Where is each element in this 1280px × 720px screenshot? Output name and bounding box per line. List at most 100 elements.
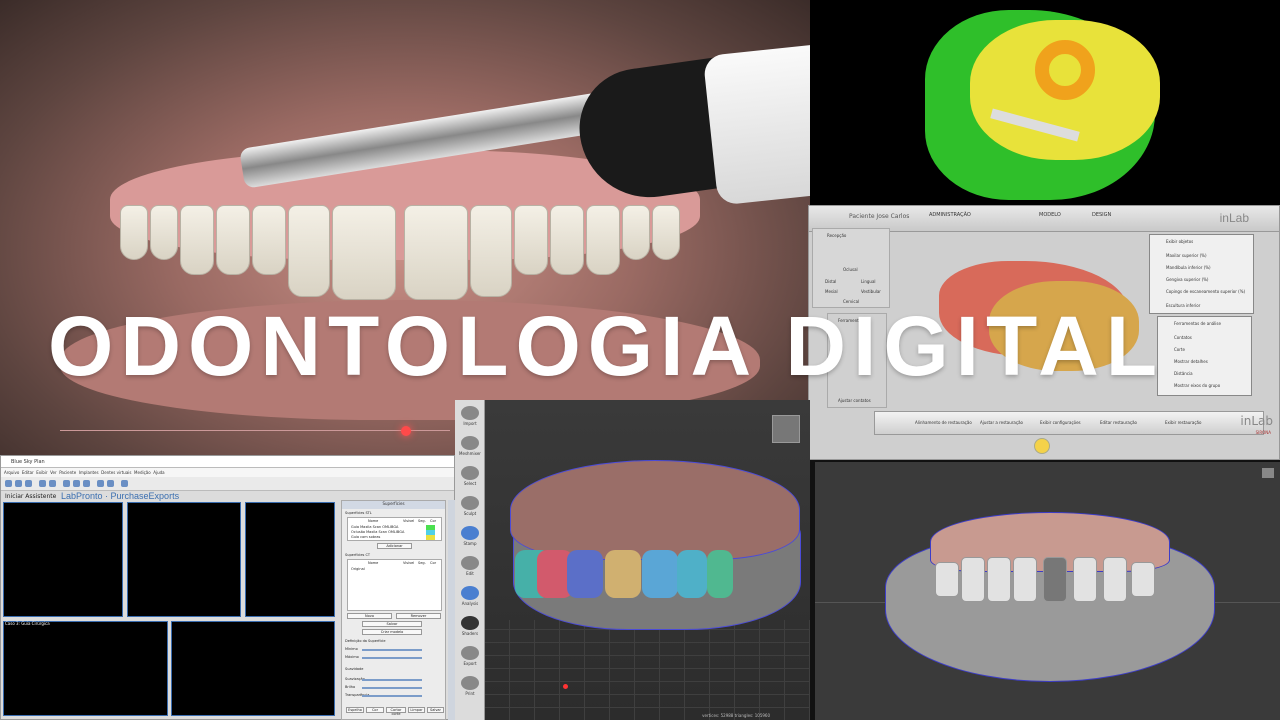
min-slider[interactable] [362,649,422,651]
menu-implantes[interactable]: Implantes [79,470,99,475]
cross-section-view[interactable] [3,502,123,617]
tooth-model[interactable] [1073,557,1097,602]
panoramic-view[interactable] [171,621,335,716]
stamp-icon[interactable] [461,526,479,540]
meshmixer-icon[interactable] [461,436,479,450]
start-wizard-button[interactable]: Iniciar Assistente [5,493,56,500]
video-title: ODONTOLOGIA DIGITAL [48,299,1165,393]
tab-design[interactable]: DESIGN [1092,212,1111,218]
export-icon[interactable] [461,646,479,660]
zoom-icon[interactable] [107,480,114,487]
adjust-contacts-tool[interactable]: Ajustar contatos [838,398,871,403]
gum-scan-model[interactable] [510,460,800,560]
view-oclusal[interactable]: Oclusal [843,267,858,272]
view-mesial[interactable]: Mesial [825,289,838,294]
next-step-button[interactable] [1034,438,1050,454]
shaders-icon[interactable] [461,616,479,630]
new-button[interactable]: Novo [347,613,392,619]
sculpt-icon[interactable] [461,496,479,510]
tooth-model[interactable] [935,562,959,597]
object-upper-jaw[interactable]: Maxilar superior (%) [1166,253,1207,258]
3d-view[interactable] [3,621,168,716]
menu-ajuda[interactable]: Ajuda [153,470,164,475]
menu-arquivo[interactable]: Arquivo [4,470,19,475]
menu-paciente[interactable]: Paciente [59,470,76,475]
table-row[interactable]: Oclusão Maxila Scan OMLIBGA [351,530,404,534]
redo-icon[interactable] [49,480,56,487]
tooth-model[interactable] [605,550,641,598]
object-copings[interactable]: Copings de escaneamento superior (%) [1166,289,1245,294]
tooth-model[interactable] [961,557,985,602]
object-lower-jaw[interactable]: Mandíbula inferior (%) [1166,265,1211,270]
menu-ver[interactable]: Ver [50,470,57,475]
surfaces-panel-title: Superfícies [342,501,445,509]
view-vestibular[interactable]: Vestibular [861,289,881,294]
add-surface-button[interactable]: Adicionar [377,543,412,549]
tool-cut[interactable]: Corte [1174,347,1185,352]
tooth-model[interactable] [567,550,603,598]
tooth-model[interactable] [1131,562,1155,597]
bsp-menubar: Arquivo Editar Exibir Ver Paciente Impla… [1,468,454,477]
measure-icon[interactable] [83,480,90,487]
tooth-model[interactable] [1013,557,1037,602]
new-icon[interactable] [5,480,12,487]
menu-editar[interactable]: Editar [22,470,34,475]
print-icon[interactable] [461,676,479,690]
menu-dentes[interactable]: Dentes virtuais [101,470,131,475]
view-lingual[interactable]: Lingual [861,279,876,284]
mirror-option[interactable]: Espelho [346,707,364,713]
tooth-icon[interactable] [73,480,80,487]
settings-icon[interactable] [121,480,128,487]
object-upper-gum[interactable]: Gengiva superior (%) [1166,277,1209,282]
analysis-icon[interactable] [461,586,479,600]
implant-icon[interactable] [63,480,70,487]
undo-icon[interactable] [39,480,46,487]
table-row[interactable]: Original [351,567,365,571]
axial-view[interactable] [127,502,241,617]
table-row[interactable]: Guia Maxila Scan OMLIBGA [351,525,398,529]
save-button[interactable]: Salvar [362,621,422,627]
tooth-model[interactable] [707,550,733,598]
step-adjust[interactable]: Ajustar a restauração [980,420,1023,425]
save-icon[interactable] [25,480,32,487]
max-slider[interactable] [362,657,422,659]
step-settings[interactable]: Exibir configurações [1040,420,1081,425]
color-swatch[interactable] [426,535,435,540]
tooth-model[interactable] [642,550,678,598]
transparency-slider[interactable] [362,695,422,697]
menu-medicao[interactable]: Medição [134,470,151,475]
rotate-icon[interactable] [97,480,104,487]
open-icon[interactable] [15,480,22,487]
tool-distance[interactable]: Distância [1174,371,1193,376]
menu-exibir[interactable]: Exibir [36,470,47,475]
edit-icon[interactable] [461,556,479,570]
smoothing-slider[interactable] [362,679,422,681]
create-model-button[interactable]: Criar modelo [362,629,422,635]
color-option[interactable]: Cor [366,707,384,713]
import-icon[interactable] [461,406,479,420]
tool-contacts[interactable]: Contatos [1174,335,1192,340]
table-row[interactable]: Guia com sobras [351,535,380,539]
implant-abutment[interactable] [1043,557,1067,602]
step-align[interactable]: Alinhamento de restauração [915,420,972,425]
step-display[interactable]: Exibir restauração [1165,420,1201,425]
close-icon[interactable] [1262,468,1274,478]
select-icon[interactable] [461,466,479,480]
tool-details[interactable]: Mostrar detalhes [1174,359,1208,364]
clear-option[interactable]: Limpar [408,707,425,713]
brightness-slider[interactable] [362,687,422,689]
tooth-model[interactable] [677,550,707,598]
save-option[interactable]: Salvar [427,707,444,713]
sagittal-view[interactable] [245,502,335,617]
tool-group-axes[interactable]: Mostrar eixos do grupo [1174,383,1220,388]
object-lower-sculpt[interactable]: Escultura inferior [1166,303,1200,308]
step-edit[interactable]: Editar restauração [1100,420,1137,425]
tooth-model[interactable] [1103,557,1127,602]
view-distal[interactable]: Distal [825,279,836,284]
tab-administracao[interactable]: ADMINISTRAÇÃO [929,212,971,218]
tab-modelo[interactable]: MODELO [1039,212,1061,218]
tooth-model[interactable] [987,557,1011,602]
cut-option[interactable]: Cortar corte [386,707,406,716]
view-cube-icon[interactable] [772,415,800,443]
remove-button[interactable]: Remover [396,613,441,619]
